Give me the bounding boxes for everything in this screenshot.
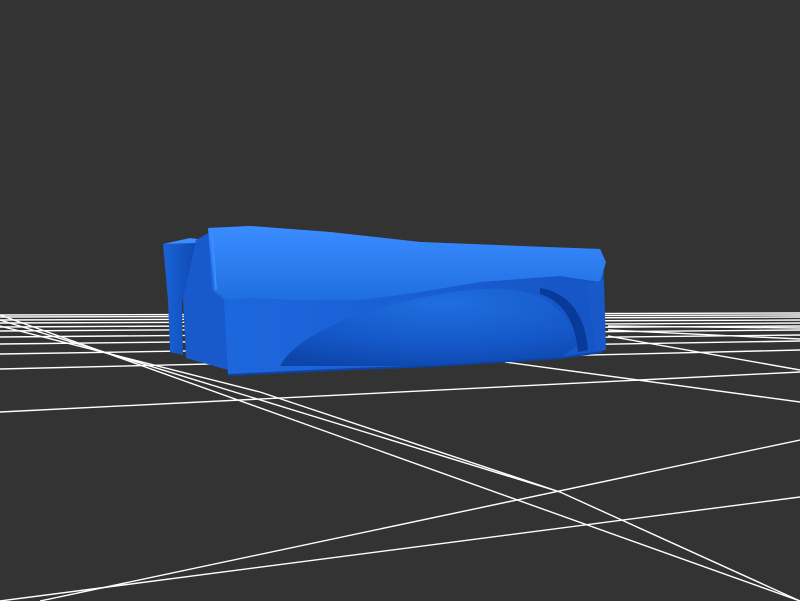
grid-line [559,491,800,601]
3d-viewport[interactable] [0,0,800,601]
grid-line [0,496,800,601]
scene-canvas[interactable] [0,0,800,601]
grid-line [39,439,800,601]
grid-line [259,391,561,493]
grid-line [0,371,800,413]
grid-line [504,361,800,403]
3d-model[interactable] [163,226,606,376]
